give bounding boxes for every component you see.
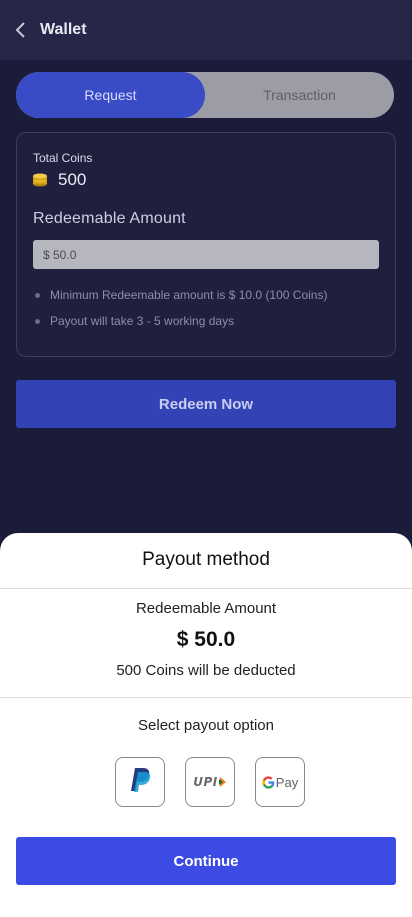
tab-transaction[interactable]: Transaction [205,72,394,118]
google-pay-text: Pay [275,774,299,790]
sheet-amount: $ 50.0 [176,628,236,651]
total-coins-label: Total Coins [33,151,93,165]
google-pay-icon: Pay [262,775,298,790]
redeemable-amount-input[interactable]: $ 50.0 [33,240,379,269]
upi-icon: UPI [193,775,227,789]
bullet-dot [35,319,40,324]
upi-option[interactable]: UPI [185,757,235,807]
wallet-card: Total Coins 500 Redeemable Amount $ 50.0… [16,132,396,357]
paypal-option[interactable] [115,757,165,807]
divider [0,697,412,698]
sheet-redeemable-label: Redeemable Amount [135,600,277,617]
note-text: Minimum Redeemable amount is $ 10.0 (100… [50,288,328,302]
note-text: Payout will take 3 - 5 working days [50,314,235,328]
app-bar: Wallet [0,0,412,60]
google-pay-option[interactable]: Pay [255,757,305,807]
redeem-now-button[interactable]: Redeem Now [16,380,396,428]
sheet-title: Payout method [142,549,270,570]
paypal-icon [129,767,151,798]
page-title: Wallet [40,21,87,38]
chevron-left-icon[interactable] [12,21,30,39]
payout-bottom-sheet: Payout method Redeemable Amount $ 50.0 5… [0,533,412,917]
coins-deduction-text: 500 Coins will be deducted [116,662,296,679]
redeemable-amount-label: Redeemable Amount [33,210,186,227]
note-item: Payout will take 3 - 5 working days [33,314,327,340]
payout-options: UPI Pay [115,757,305,807]
bullet-dot [35,293,40,298]
coin-stack-icon [32,172,48,188]
tab-bar: Request Transaction [16,72,394,118]
redeem-notes: Minimum Redeemable amount is $ 10.0 (100… [33,288,327,340]
tab-request[interactable]: Request [16,72,205,118]
select-payout-label: Select payout option [138,717,274,734]
total-coins-value: 500 [58,170,87,189]
continue-button[interactable]: Continue [16,837,396,885]
divider [0,588,412,589]
upi-logo-text: UPI [193,775,218,789]
note-item: Minimum Redeemable amount is $ 10.0 (100… [33,288,327,314]
